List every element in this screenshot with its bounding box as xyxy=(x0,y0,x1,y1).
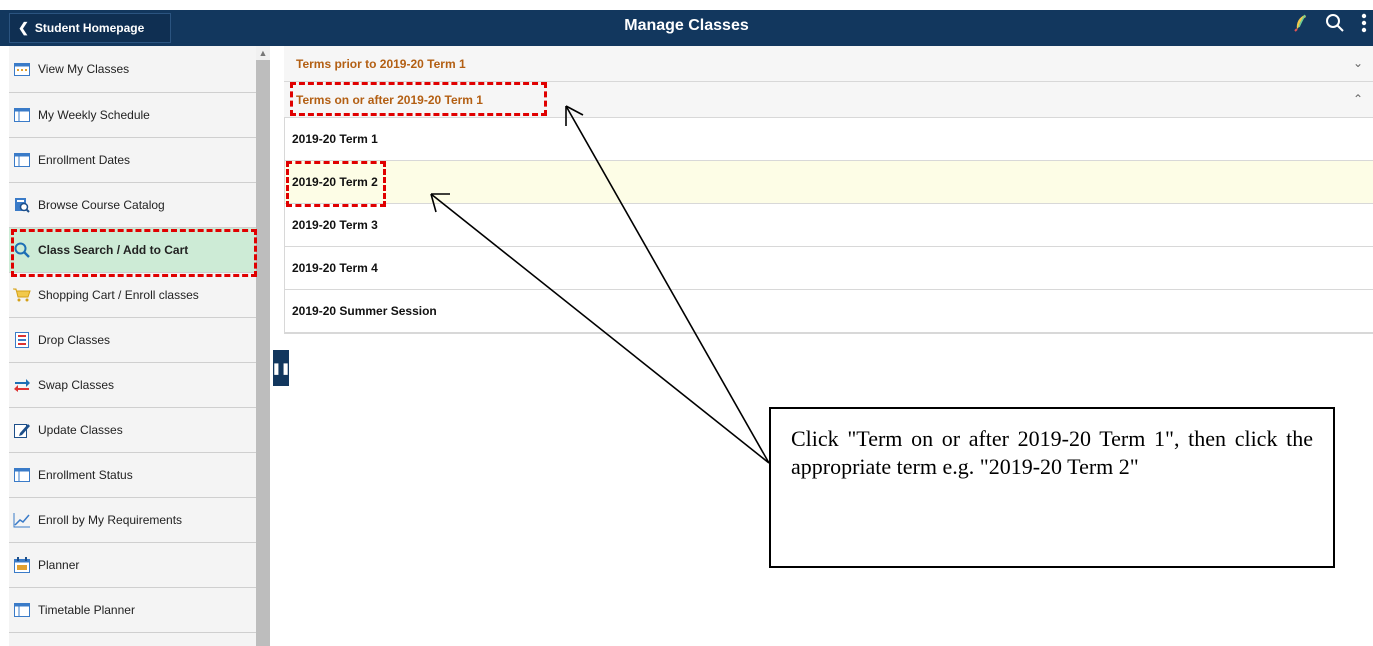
instruction-callout: Click "Term on or after 2019-20 Term 1",… xyxy=(769,407,1335,568)
